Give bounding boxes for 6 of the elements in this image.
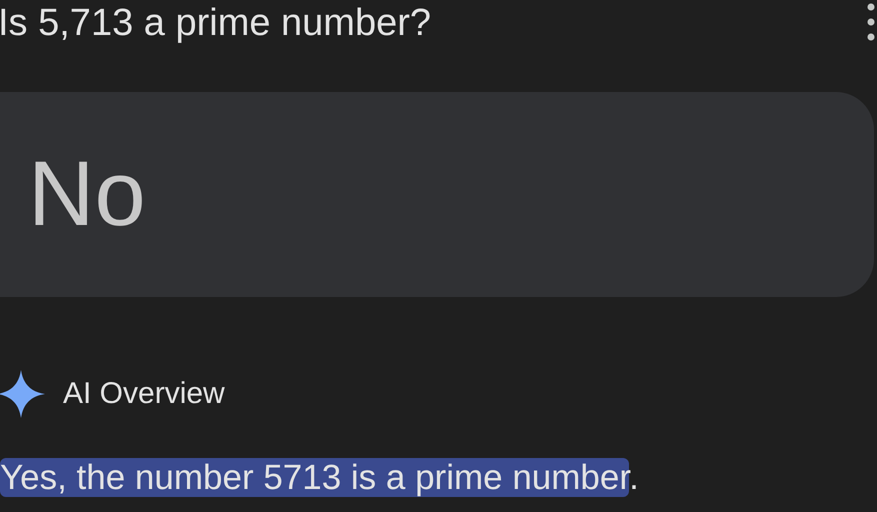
- ai-overview-label: AI Overview: [63, 377, 225, 411]
- answer-period: .: [629, 458, 639, 497]
- answer-text: No: [28, 142, 146, 247]
- search-query: Is 5,713 a prime number?: [0, 1, 432, 46]
- more-options-icon[interactable]: [867, 2, 875, 42]
- sparkle-icon: [0, 370, 45, 418]
